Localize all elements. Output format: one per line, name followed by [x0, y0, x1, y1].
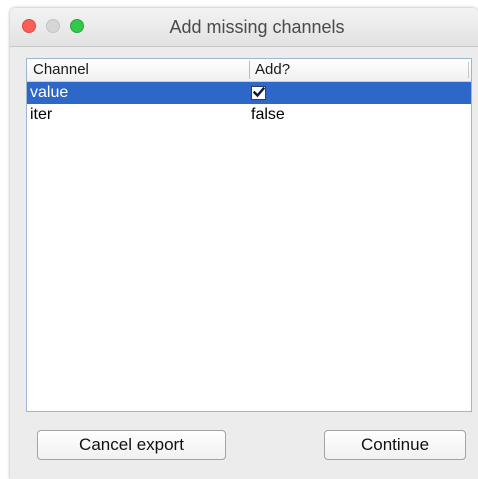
add-checkbox[interactable] — [251, 86, 266, 100]
table-header: Channel Add? — [27, 59, 471, 82]
cancel-export-button[interactable]: Cancel export — [37, 430, 226, 460]
table-row[interactable]: value — [27, 82, 471, 104]
channel-cell: iter — [30, 106, 53, 123]
table-row[interactable]: iter false — [27, 104, 471, 126]
column-header-channel[interactable]: Channel — [33, 61, 89, 79]
title-bar[interactable]: Add missing channels — [10, 8, 478, 47]
dialog-window: Add missing channels Channel Add? value … — [10, 8, 478, 479]
channel-cell: value — [30, 84, 69, 101]
column-header-add[interactable]: Add? — [249, 61, 290, 79]
add-cell[interactable]: false — [251, 104, 285, 126]
channels-table: Channel Add? value iter false — [26, 58, 472, 412]
checkmark-icon — [253, 87, 265, 98]
continue-button[interactable]: Continue — [324, 430, 466, 460]
window-title: Add missing channels — [169, 17, 345, 37]
header-divider — [468, 62, 469, 78]
